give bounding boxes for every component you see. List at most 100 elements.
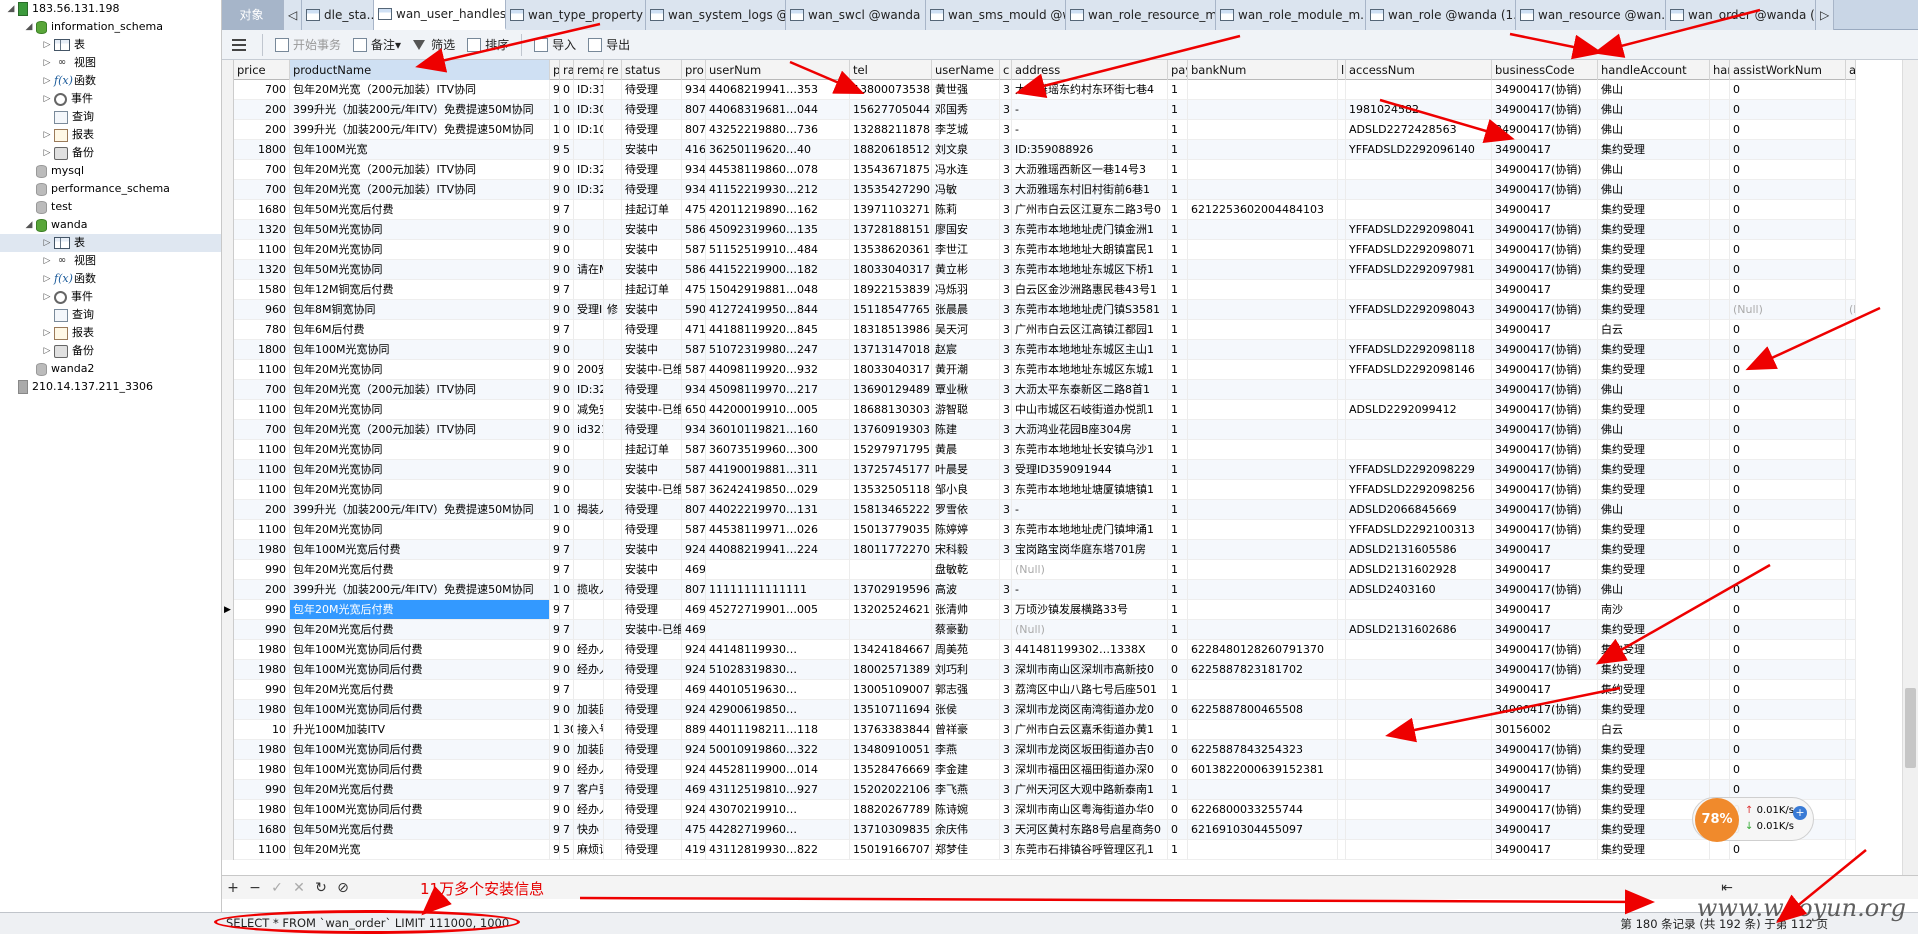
table-cell[interactable]: 587	[682, 340, 706, 360]
table-cell[interactable]: 包年20M光宽协同	[290, 520, 550, 540]
table-cell[interactable]	[1710, 260, 1730, 280]
table-cell[interactable]: 43252219880…736	[706, 120, 850, 140]
column-header[interactable]: businessCode	[1492, 60, 1598, 80]
table-row[interactable]: 990 包年20M光宽后付费 9 7 安装中-已维 469 蔡豪勤 (Null) 1 ADSLD2…	[222, 620, 1856, 640]
table-tab[interactable]: wan_swcl @wanda (1...	[786, 0, 926, 30]
table-cell[interactable]	[574, 140, 604, 160]
row-indicator[interactable]	[222, 80, 234, 100]
table-cell[interactable]: 待受理	[622, 660, 682, 680]
tree-item[interactable]: ▷ ∞ 视图	[0, 54, 221, 72]
table-row[interactable]: 1980包年100M光宽协同后付费90加装固待受理92450010919860……	[222, 740, 1856, 760]
table-cell[interactable]: 1680	[234, 820, 290, 840]
table-cell[interactable]: 包年20M光宽后付费	[290, 560, 550, 580]
table-cell[interactable]: (Null)	[1012, 560, 1168, 580]
table-cell[interactable]	[1338, 580, 1346, 600]
table-cell[interactable]: 待受理	[622, 120, 682, 140]
data-grid[interactable]: priceproductNamepratioremarkrestatusprou…	[222, 60, 1902, 875]
table-cell[interactable]: 1	[1168, 520, 1188, 540]
table-cell[interactable]: 34900417(协销)	[1492, 180, 1598, 200]
table-cell[interactable]: 0	[560, 520, 574, 540]
table-cell[interactable]: 深圳市龙岗区坂田街道办吉0	[1012, 740, 1168, 760]
table-cell[interactable]: 集约受理	[1598, 660, 1710, 680]
table-cell[interactable]: 赵宸	[932, 340, 1000, 360]
table-cell[interactable]: 34900417	[1492, 780, 1598, 800]
table-row[interactable]: 1320 包年50M光宽协同 9 0 安装中 586 45092319960…135 1372…	[222, 220, 1856, 240]
table-cell[interactable]	[604, 820, 622, 840]
table-cell[interactable]: 9	[550, 260, 560, 280]
table-cell[interactable]: 郭志强	[932, 680, 1000, 700]
table-cell[interactable]: 51152519910…484	[706, 240, 850, 260]
column-header[interactable]: bankNum	[1188, 60, 1338, 80]
table-cell[interactable]: 9	[550, 680, 560, 700]
table-cell[interactable]: (N	[1846, 300, 1856, 320]
table-cell[interactable]: YFFADSLD2292098041	[1346, 220, 1492, 240]
table-cell[interactable]: 揽收人	[574, 580, 604, 600]
table-cell[interactable]: 13424184667	[850, 640, 932, 660]
table-cell[interactable]: 集约受理	[1598, 700, 1710, 720]
table-cell[interactable]	[574, 600, 604, 620]
table-cell[interactable]: 587	[682, 460, 706, 480]
table-cell[interactable]	[604, 480, 622, 500]
table-cell[interactable]: 包年20M光宽后付费	[290, 780, 550, 800]
table-cell[interactable]	[604, 580, 622, 600]
expand-toggle-icon[interactable]: ◢	[24, 216, 34, 234]
table-cell[interactable]: 13690129489	[850, 380, 932, 400]
table-cell[interactable]	[1710, 420, 1730, 440]
tab-objects[interactable]: 对象	[222, 0, 284, 30]
table-row[interactable]: 1980包年100M光宽协同后付费90经办人待受理92444148119930……	[222, 640, 1856, 660]
table-cell[interactable]: 3	[1000, 540, 1012, 560]
table-cell[interactable]	[1846, 840, 1856, 860]
row-indicator[interactable]	[222, 320, 234, 340]
table-cell[interactable]: 冯敏	[932, 180, 1000, 200]
table-row[interactable]: 1100 包年20M光宽协同 9 0 安装中 587 51152519910…484 1353…	[222, 240, 1856, 260]
table-cell[interactable]	[1338, 800, 1346, 820]
tree-item[interactable]: ▷ 报表	[0, 126, 221, 144]
table-cell[interactable]: 0	[1168, 800, 1188, 820]
table-cell[interactable]	[604, 340, 622, 360]
table-cell[interactable]	[1188, 460, 1338, 480]
table-cell[interactable]	[1346, 320, 1492, 340]
table-cell[interactable]: 佛山	[1598, 160, 1710, 180]
row-indicator[interactable]	[222, 560, 234, 580]
table-cell[interactable]: 34900417(协销)	[1492, 340, 1598, 360]
column-header[interactable]: l	[1338, 60, 1346, 80]
table-cell[interactable]: 0	[560, 180, 574, 200]
table-cell[interactable]	[1846, 180, 1856, 200]
table-cell[interactable]	[1338, 820, 1346, 840]
table-cell[interactable]: 集约受理	[1598, 400, 1710, 420]
table-row[interactable]: 200399升光（加装200元/年ITV）免费提速50M协同10ID:3029待…	[222, 100, 1856, 120]
table-cell[interactable]: 受理ID359091944	[1012, 460, 1168, 480]
table-cell[interactable]: 集约受理	[1598, 620, 1710, 640]
table-cell[interactable]: 700	[234, 380, 290, 400]
table-cell[interactable]: 700	[234, 160, 290, 180]
table-cell[interactable]: 34900417(协销)	[1492, 580, 1598, 600]
table-cell[interactable]	[604, 140, 622, 160]
table-cell[interactable]	[1346, 200, 1492, 220]
table-cell[interactable]	[1338, 100, 1346, 120]
table-cell[interactable]: 9	[550, 220, 560, 240]
table-cell[interactable]: 3	[1000, 440, 1012, 460]
table-cell[interactable]: 1320	[234, 260, 290, 280]
table-cell[interactable]: 15019166707	[850, 840, 932, 860]
table-cell[interactable]: 3	[1000, 280, 1012, 300]
table-cell[interactable]: 43112519810…927	[706, 780, 850, 800]
table-cell[interactable]: 1100	[234, 440, 290, 460]
table-cell[interactable]: 50010919860…322	[706, 740, 850, 760]
table-cell[interactable]: 1980	[234, 800, 290, 820]
table-cell[interactable]: 深圳市龙岗区南湾街道办龙0	[1012, 700, 1168, 720]
table-cell[interactable]: 安装中	[622, 340, 682, 360]
table-cell[interactable]: 集约受理	[1598, 280, 1710, 300]
table-cell[interactable]: 1	[1168, 380, 1188, 400]
table-cell[interactable]: -	[1012, 120, 1168, 140]
table-cell[interactable]: 包年20M光宽（200元加装）ITV协同	[290, 160, 550, 180]
table-cell[interactable]	[1846, 740, 1856, 760]
table-cell[interactable]: YFFADSLD2292096140	[1346, 140, 1492, 160]
table-cell[interactable]: 924	[682, 640, 706, 660]
table-cell[interactable]: 集约受理	[1598, 200, 1710, 220]
table-cell[interactable]: 集约受理	[1598, 260, 1710, 280]
table-cell[interactable]: 51028319830…	[706, 660, 850, 680]
table-cell[interactable]: 3	[1000, 480, 1012, 500]
table-cell[interactable]	[1710, 580, 1730, 600]
table-cell[interactable]: 44088219941…224	[706, 540, 850, 560]
table-cell[interactable]	[1846, 500, 1856, 520]
